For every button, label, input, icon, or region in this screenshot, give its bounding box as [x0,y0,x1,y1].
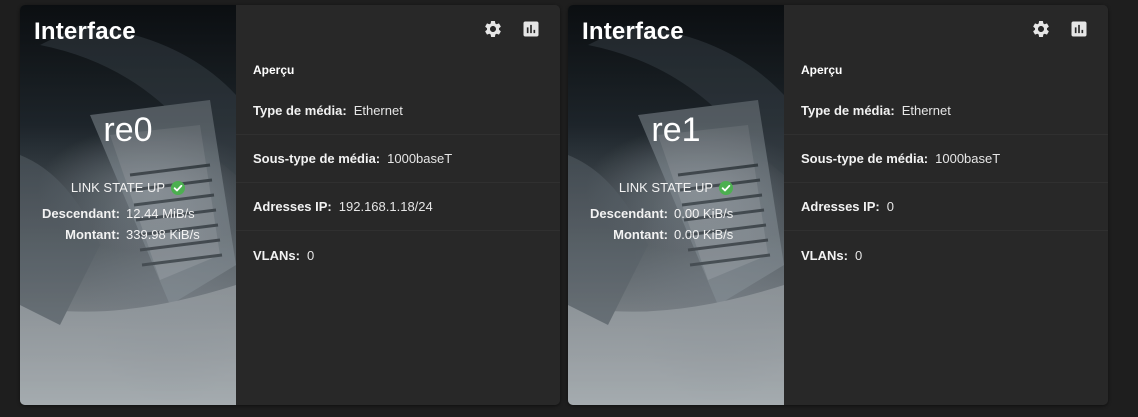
media-subtype-value: 1000baseT [935,151,1001,166]
ip-addresses-value: 192.168.1.18/24 [338,199,433,214]
download-label: Descendant: [41,206,120,221]
interface-details: Aperçu Type de média: Ethernet Sous-type… [236,5,560,405]
download-rate: Descendant: 12.44 MiB/s [20,206,236,221]
media-subtype-label: Sous-type de média: [253,151,381,166]
settings-button[interactable] [1030,20,1052,42]
media-subtype-row: Sous-type de média: 1000baseT [784,135,1108,183]
ip-addresses-label: Adresses IP: [801,199,880,214]
media-subtype-label: Sous-type de média: [801,151,929,166]
media-type-value: Ethernet [901,103,951,118]
download-value: 12.44 MiB/s [126,206,195,221]
check-circle-icon [719,180,734,195]
gear-icon [1031,19,1051,44]
vlans-row: VLANs: 0 [784,231,1108,279]
interface-name: re0 [103,111,153,149]
interface-name: re1 [651,111,701,149]
upload-label: Montant: [613,227,668,242]
interface-card-re1: Interface re1 LINK STATE UP Descendant: … [568,5,1108,405]
vlans-label: VLANs: [801,247,848,263]
overview-title: Aperçu [253,63,295,77]
download-rate: Descendant: 0.00 KiB/s [568,206,784,221]
ip-addresses-label: Adresses IP: [253,199,332,214]
interface-card-re0: Interface re0 LINK STATE UP Descendant: … [20,5,560,405]
upload-rate: Montant: 339.98 KiB/s [20,227,236,242]
link-state-label: LINK STATE UP [70,180,166,195]
upload-value: 0.00 KiB/s [674,227,734,242]
details-list: Type de média: Ethernet Sous-type de méd… [784,87,1108,279]
card-toolbar [1030,20,1090,42]
interface-hero-panel: Interface re0 LINK STATE UP Descendant: … [20,5,236,405]
bar-chart-icon [521,19,541,44]
bar-chart-icon [1069,19,1089,44]
media-type-value: Ethernet [353,103,403,118]
vlans-value: 0 [306,247,315,263]
interface-details: Aperçu Type de média: Ethernet Sous-type… [784,5,1108,405]
media-type-row: Type de média: Ethernet [236,87,560,135]
ip-addresses-row: Adresses IP: 0 [784,183,1108,231]
media-subtype-value: 1000baseT [387,151,453,166]
media-type-row: Type de média: Ethernet [784,87,1108,135]
reports-button[interactable] [1068,20,1090,42]
download-value: 0.00 KiB/s [674,206,734,221]
card-title: Interface [34,18,136,45]
overview-title: Aperçu [801,63,843,77]
upload-rate: Montant: 0.00 KiB/s [568,227,784,242]
media-subtype-row: Sous-type de média: 1000baseT [236,135,560,183]
vlans-row: VLANs: 0 [236,231,560,279]
vlans-value: 0 [854,247,863,263]
download-label: Descendant: [589,206,668,221]
ip-addresses-value: 0 [886,199,894,214]
reports-button[interactable] [520,20,542,42]
link-state-label: LINK STATE UP [618,180,714,195]
link-state: LINK STATE UP [568,180,784,195]
upload-value: 339.98 KiB/s [126,227,200,242]
media-type-label: Type de média: [253,103,347,118]
interface-hero-panel: Interface re1 LINK STATE UP Descendant: … [568,5,784,405]
vlans-label: VLANs: [253,247,300,263]
link-state: LINK STATE UP [20,180,236,195]
check-circle-icon [171,180,186,195]
ip-addresses-row: Adresses IP: 192.168.1.18/24 [236,183,560,231]
settings-button[interactable] [482,20,504,42]
details-list: Type de média: Ethernet Sous-type de méd… [236,87,560,279]
upload-label: Montant: [65,227,120,242]
dashboard-page: Interface re0 LINK STATE UP Descendant: … [0,0,1138,417]
gear-icon [483,19,503,44]
media-type-label: Type de média: [801,103,895,118]
card-title: Interface [582,18,684,45]
card-toolbar [482,20,542,42]
